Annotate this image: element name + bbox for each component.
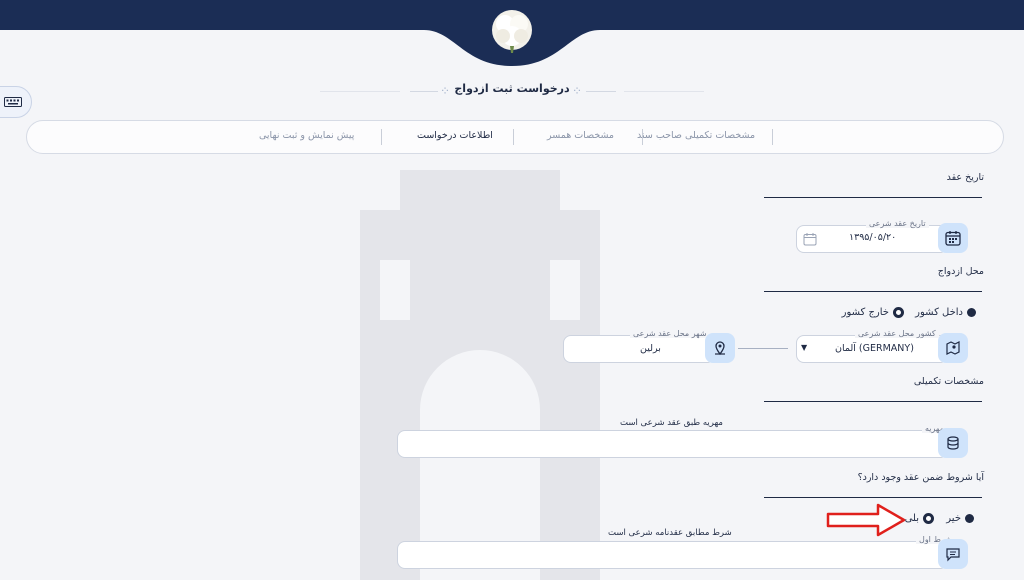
section-title-marriage-place: محل ازدواج: [937, 266, 984, 277]
tab-separator: [513, 129, 514, 145]
field-connector-line: [738, 348, 788, 349]
calendar-picker-icon[interactable]: [803, 231, 817, 250]
background-building-illustration: [360, 170, 600, 580]
tab-owner-details[interactable]: مشخصات تکمیلی صاحب سند: [637, 130, 755, 141]
city-value: برلین: [640, 343, 661, 354]
mahr-field[interactable]: [397, 430, 948, 458]
first-condition-field[interactable]: [397, 541, 948, 569]
country-label: کشور محل عقد شرعی: [855, 329, 939, 338]
section-title-extra-details: مشخصات تکمیلی: [913, 376, 984, 387]
step-tabs: مشخصات تکمیلی صاحب سند مشخصات همسر اطلاع…: [26, 120, 1004, 154]
location-marker-icon: [705, 333, 735, 363]
map-pin-box-icon: [938, 333, 968, 363]
first-condition-value: شرط مطابق عقدنامه شرعی است: [608, 528, 732, 538]
tab-separator: [381, 129, 382, 145]
radio-yes[interactable]: بلی: [905, 513, 934, 524]
section-divider: [764, 497, 982, 498]
chevron-down-icon[interactable]: ▼: [801, 343, 807, 352]
title-divider-far-left: [320, 91, 400, 92]
page-title: درخواست ثبت ازدواج: [454, 82, 570, 95]
radio-unselected-icon: [923, 513, 934, 524]
radio-label: داخل کشور: [915, 307, 963, 318]
tab-separator: [772, 129, 773, 145]
section-divider: [764, 197, 982, 198]
city-label: شهر محل عقد شرعی: [630, 329, 710, 338]
tab-separator: [642, 129, 643, 145]
tab-request-info[interactable]: اطلاعات درخواست: [417, 130, 493, 141]
message-icon: [938, 539, 968, 569]
coins-icon: [938, 428, 968, 458]
red-arrow-icon: [826, 503, 906, 537]
radio-label: خارج کشور: [841, 307, 889, 318]
section-title-contract-date: تاریخ عقد: [946, 172, 984, 183]
radio-selected-icon: [967, 308, 976, 317]
country-value: آلمان (GERMANY): [835, 343, 914, 354]
virtual-keyboard-button[interactable]: [0, 86, 32, 118]
radio-no[interactable]: خیر: [946, 513, 974, 524]
title-divider-far-right: [624, 91, 704, 92]
calendar-icon: [938, 223, 968, 253]
section-title-conditions: آیا شروط ضمن عقد وجود دارد؟: [857, 472, 984, 483]
section-divider: [764, 401, 982, 402]
country-select[interactable]: آلمان (GERMANY) ▼: [796, 335, 948, 363]
city-field[interactable]: برلین: [563, 335, 715, 363]
flower-logo: [488, 6, 536, 54]
radio-inside-country[interactable]: داخل کشور: [915, 307, 976, 318]
contract-date-field[interactable]: ۱۳۹۵/۰۵/۲۰: [796, 225, 948, 253]
radio-label: خیر: [946, 513, 961, 524]
radio-outside-country[interactable]: خارج کشور: [842, 307, 904, 318]
mahr-value: مهریه طبق عقد شرعی است: [620, 418, 723, 428]
radio-selected-icon: [965, 514, 974, 523]
tab-spouse-details[interactable]: مشخصات همسر: [547, 130, 614, 141]
radio-unselected-icon: [893, 307, 904, 318]
keyboard-icon: [4, 97, 22, 107]
contract-date-value: ۱۳۹۵/۰۵/۲۰: [849, 232, 897, 243]
contract-date-label: تاریخ عقد شرعی: [866, 219, 929, 228]
section-divider: [764, 291, 982, 292]
tab-preview-submit[interactable]: پیش نمایش و ثبت نهایی: [259, 130, 354, 141]
